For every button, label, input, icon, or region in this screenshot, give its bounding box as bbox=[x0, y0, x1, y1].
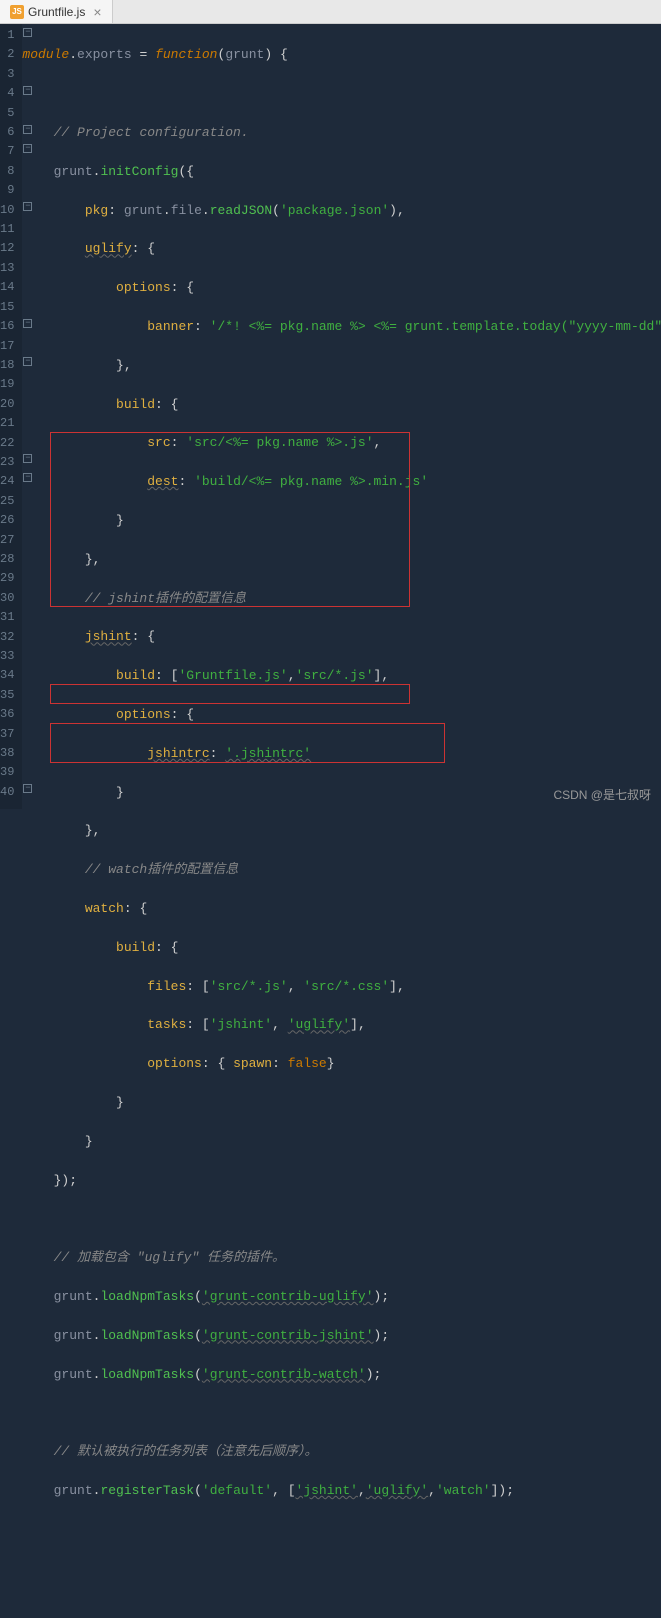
code-content[interactable]: module.exports = function(grunt) { // Pr… bbox=[22, 24, 661, 809]
line-num: 13 bbox=[0, 259, 14, 278]
line-num: 26 bbox=[0, 511, 14, 530]
line-num: 32 bbox=[0, 628, 14, 647]
line-num: 36 bbox=[0, 705, 14, 724]
line-num: 15 bbox=[0, 298, 14, 317]
line-num: 40 bbox=[0, 783, 14, 802]
line-num: 14 bbox=[0, 278, 14, 297]
tab-filename: Gruntfile.js bbox=[28, 5, 85, 19]
line-num: 21 bbox=[0, 414, 14, 433]
line-num: 24 bbox=[0, 472, 14, 491]
line-num: 20 bbox=[0, 395, 14, 414]
line-num: 23 bbox=[0, 453, 14, 472]
line-num: 34 bbox=[0, 666, 14, 685]
line-num: 19 bbox=[0, 375, 14, 394]
line-num: 38 bbox=[0, 744, 14, 763]
line-num: 28 bbox=[0, 550, 14, 569]
line-gutter: 1 2 3 4 5 6 7 8 9 10 11 12 13 14 15 16 1… bbox=[0, 24, 22, 809]
watermark: CSDN @是七叔呀 bbox=[553, 786, 651, 803]
line-num: 10 bbox=[0, 201, 14, 220]
line-num: 18 bbox=[0, 356, 14, 375]
line-num: 1 bbox=[0, 26, 14, 45]
file-tab[interactable]: JS Gruntfile.js × bbox=[0, 0, 113, 23]
line-num: 31 bbox=[0, 608, 14, 627]
line-num: 29 bbox=[0, 569, 14, 588]
line-num: 35 bbox=[0, 686, 14, 705]
line-num: 6 bbox=[0, 123, 14, 142]
line-num: 11 bbox=[0, 220, 14, 239]
close-icon[interactable]: × bbox=[93, 4, 101, 20]
line-num: 22 bbox=[0, 434, 14, 453]
line-num: 16 bbox=[0, 317, 14, 336]
line-num: 2 bbox=[0, 45, 14, 64]
line-num: 37 bbox=[0, 725, 14, 744]
code-editor[interactable]: 1 2 3 4 5 6 7 8 9 10 11 12 13 14 15 16 1… bbox=[0, 24, 661, 809]
line-num: 5 bbox=[0, 104, 14, 123]
line-num: 33 bbox=[0, 647, 14, 666]
highlight-box-load bbox=[50, 684, 410, 704]
line-num: 30 bbox=[0, 589, 14, 608]
line-num: 8 bbox=[0, 162, 14, 181]
line-num: 39 bbox=[0, 763, 14, 782]
tab-bar: JS Gruntfile.js × bbox=[0, 0, 661, 24]
line-num: 12 bbox=[0, 239, 14, 258]
js-file-icon: JS bbox=[10, 5, 24, 19]
line-num: 25 bbox=[0, 492, 14, 511]
line-num: 3 bbox=[0, 65, 14, 84]
line-num: 17 bbox=[0, 337, 14, 356]
line-num: 9 bbox=[0, 181, 14, 200]
line-num: 27 bbox=[0, 531, 14, 550]
line-num: 4 bbox=[0, 84, 14, 103]
line-num: 7 bbox=[0, 142, 14, 161]
